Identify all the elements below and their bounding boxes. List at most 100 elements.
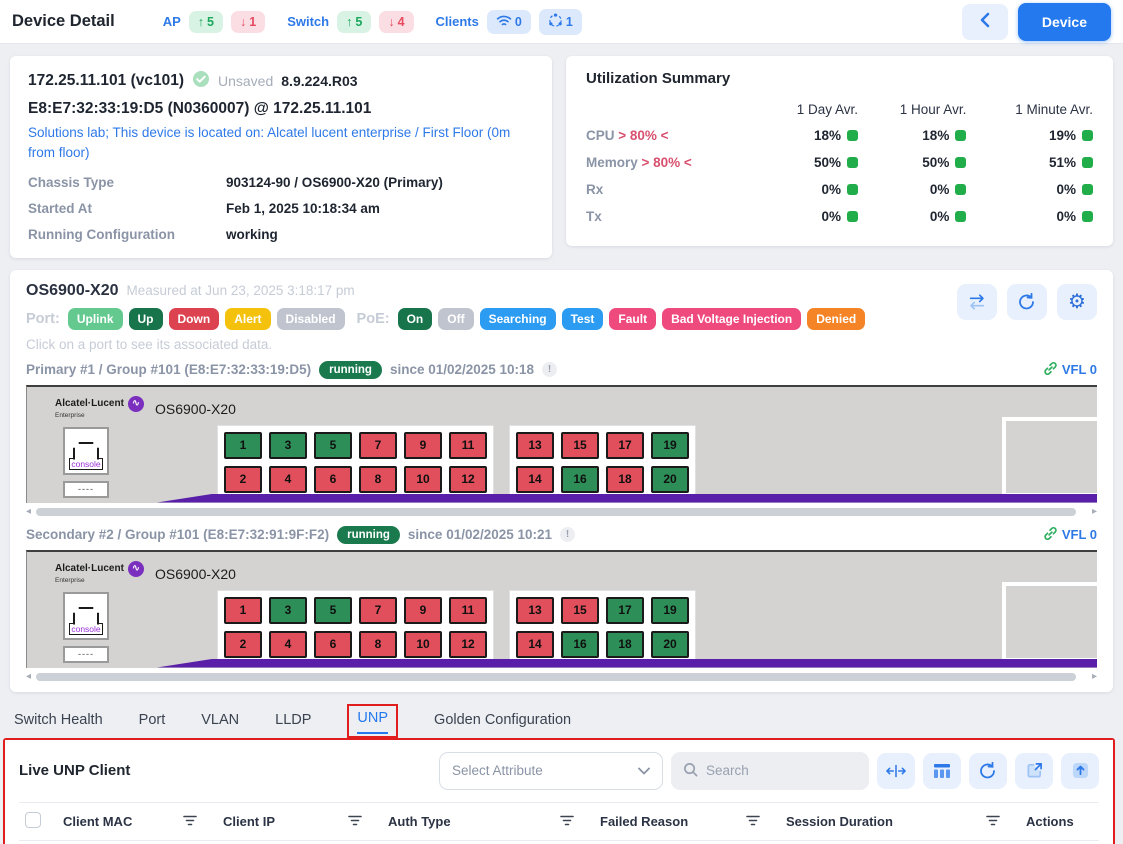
columns-button[interactable] bbox=[923, 753, 961, 789]
port-1-3[interactable]: 3 bbox=[269, 432, 307, 459]
port-2-13[interactable]: 13 bbox=[516, 597, 554, 624]
settings-gear-button[interactable]: ⚙ bbox=[1057, 284, 1097, 320]
port-2-9[interactable]: 9 bbox=[404, 597, 442, 624]
compare-swap-button[interactable] bbox=[957, 284, 997, 320]
refresh-table-button[interactable] bbox=[969, 753, 1007, 789]
status-square-icon bbox=[1082, 130, 1093, 141]
port-1-11[interactable]: 11 bbox=[449, 432, 487, 459]
scroll-left-icon[interactable]: ◂ bbox=[26, 672, 31, 682]
stack-units: Primary #1 / Group #101 (E8:E7:32:33:19:… bbox=[26, 361, 1097, 682]
tab-unp[interactable]: UNP bbox=[357, 710, 388, 734]
scroll-left-icon[interactable]: ◂ bbox=[26, 507, 31, 517]
port-1-10[interactable]: 10 bbox=[404, 466, 442, 493]
scrollbar-thumb[interactable] bbox=[36, 673, 1076, 681]
port-1-13[interactable]: 13 bbox=[516, 432, 554, 459]
port-1-20[interactable]: 20 bbox=[651, 466, 689, 493]
port-1-4[interactable]: 4 bbox=[269, 466, 307, 493]
util-value: 51% bbox=[966, 149, 1093, 176]
port-2-7[interactable]: 7 bbox=[359, 597, 397, 624]
chassis-card: OS6900-X20 Measured at Jun 23, 2025 3:18… bbox=[10, 270, 1113, 692]
unit-header-1: Primary #1 / Group #101 (E8:E7:32:33:19:… bbox=[26, 361, 1097, 379]
port-2-16[interactable]: 16 bbox=[561, 631, 599, 658]
info-icon[interactable]: ! bbox=[542, 362, 557, 377]
device-location-link[interactable]: Solutions lab; This device is located on… bbox=[28, 123, 534, 164]
switch-up-pill[interactable]: ↑5 bbox=[337, 11, 371, 33]
port-1-9[interactable]: 9 bbox=[404, 432, 442, 459]
status-square-icon bbox=[1082, 184, 1093, 195]
search-input[interactable] bbox=[706, 763, 846, 778]
port-1-5[interactable]: 5 bbox=[314, 432, 352, 459]
tab-switch-health[interactable]: Switch Health bbox=[14, 712, 103, 736]
port-2-20[interactable]: 20 bbox=[651, 631, 689, 658]
device-ip-name: 172.25.11.101 (vc101) bbox=[28, 72, 184, 90]
filter-icon[interactable] bbox=[183, 814, 197, 829]
port-1-1[interactable]: 1 bbox=[224, 432, 262, 459]
select-attribute-dropdown[interactable]: Select Attribute bbox=[439, 752, 663, 790]
port-2-1[interactable]: 1 bbox=[224, 597, 262, 624]
chassis-toolbar: ⚙ bbox=[957, 284, 1097, 320]
refresh-button[interactable] bbox=[1007, 284, 1047, 320]
fit-columns-button[interactable] bbox=[877, 753, 915, 789]
util-value: 0% bbox=[758, 203, 858, 230]
switch-down-pill[interactable]: ↓4 bbox=[379, 11, 413, 33]
port-1-16[interactable]: 16 bbox=[561, 466, 599, 493]
search-field[interactable] bbox=[671, 752, 869, 790]
port-1-12[interactable]: 12 bbox=[449, 466, 487, 493]
filter-icon[interactable] bbox=[746, 814, 760, 829]
port-2-15[interactable]: 15 bbox=[561, 597, 599, 624]
tab-vlan[interactable]: VLAN bbox=[201, 712, 239, 736]
vfl-label: VFL 0 bbox=[1062, 527, 1097, 542]
vfl-link[interactable]: VFL 0 bbox=[1043, 361, 1097, 379]
port-2-10[interactable]: 10 bbox=[404, 631, 442, 658]
ap-down-pill[interactable]: ↓1 bbox=[231, 11, 265, 33]
port-1-6[interactable]: 6 bbox=[314, 466, 352, 493]
open-external-button[interactable] bbox=[1015, 753, 1053, 789]
port-2-12[interactable]: 12 bbox=[449, 631, 487, 658]
filter-icon[interactable] bbox=[348, 814, 362, 829]
info-icon[interactable]: ! bbox=[560, 527, 575, 542]
export-upload-button[interactable] bbox=[1061, 753, 1099, 789]
clients-wifi-pill[interactable]: 0 bbox=[487, 10, 531, 34]
filter-icon[interactable] bbox=[986, 814, 1000, 829]
arrow-up-icon: ↑ bbox=[198, 15, 204, 29]
port-2-6[interactable]: 6 bbox=[314, 631, 352, 658]
port-2-19[interactable]: 19 bbox=[651, 597, 689, 624]
device-button[interactable]: Device bbox=[1018, 3, 1111, 41]
panel-accent-bar bbox=[157, 494, 1097, 503]
port-1-7[interactable]: 7 bbox=[359, 432, 397, 459]
port-2-5[interactable]: 5 bbox=[314, 597, 352, 624]
back-button[interactable] bbox=[962, 4, 1008, 40]
port-1-17[interactable]: 17 bbox=[606, 432, 644, 459]
tab-golden-configuration[interactable]: Golden Configuration bbox=[434, 712, 571, 736]
port-2-18[interactable]: 18 bbox=[606, 631, 644, 658]
scrollbar-thumb[interactable] bbox=[36, 508, 1076, 516]
chassis-type-value: 903124-90 / OS6900-X20 (Primary) bbox=[226, 175, 534, 190]
port-2-2[interactable]: 2 bbox=[224, 631, 262, 658]
port-2-8[interactable]: 8 bbox=[359, 631, 397, 658]
scroll-right-icon[interactable]: ▸ bbox=[1092, 672, 1097, 682]
port-1-2[interactable]: 2 bbox=[224, 466, 262, 493]
ap-up-pill[interactable]: ↑5 bbox=[189, 11, 223, 33]
filter-icon[interactable] bbox=[560, 814, 574, 829]
annotation-box-unp-section: Live UNP Client Select Attribute Clien bbox=[3, 738, 1115, 844]
port-2-11[interactable]: 11 bbox=[449, 597, 487, 624]
port-1-18[interactable]: 18 bbox=[606, 466, 644, 493]
port-2-14[interactable]: 14 bbox=[516, 631, 554, 658]
clients-wired-pill[interactable]: 1 bbox=[539, 9, 582, 35]
legend-badge-uplink: Uplink bbox=[68, 308, 123, 330]
port-1-15[interactable]: 15 bbox=[561, 432, 599, 459]
select-all-checkbox[interactable] bbox=[25, 812, 41, 828]
tab-lldp[interactable]: LLDP bbox=[275, 712, 311, 736]
scroll-right-icon[interactable]: ▸ bbox=[1092, 507, 1097, 517]
vfl-link[interactable]: VFL 0 bbox=[1043, 526, 1097, 544]
port-1-14[interactable]: 14 bbox=[516, 466, 554, 493]
port-1-8[interactable]: 8 bbox=[359, 466, 397, 493]
tab-port[interactable]: Port bbox=[139, 712, 166, 736]
util-col-1-hour-avr-: 1 Hour Avr. bbox=[858, 97, 966, 122]
port-2-17[interactable]: 17 bbox=[606, 597, 644, 624]
port-1-19[interactable]: 19 bbox=[651, 432, 689, 459]
legend-badge-fault: Fault bbox=[609, 308, 656, 330]
port-group-1: 123456789101112 bbox=[217, 590, 494, 665]
port-2-3[interactable]: 3 bbox=[269, 597, 307, 624]
port-2-4[interactable]: 4 bbox=[269, 631, 307, 658]
